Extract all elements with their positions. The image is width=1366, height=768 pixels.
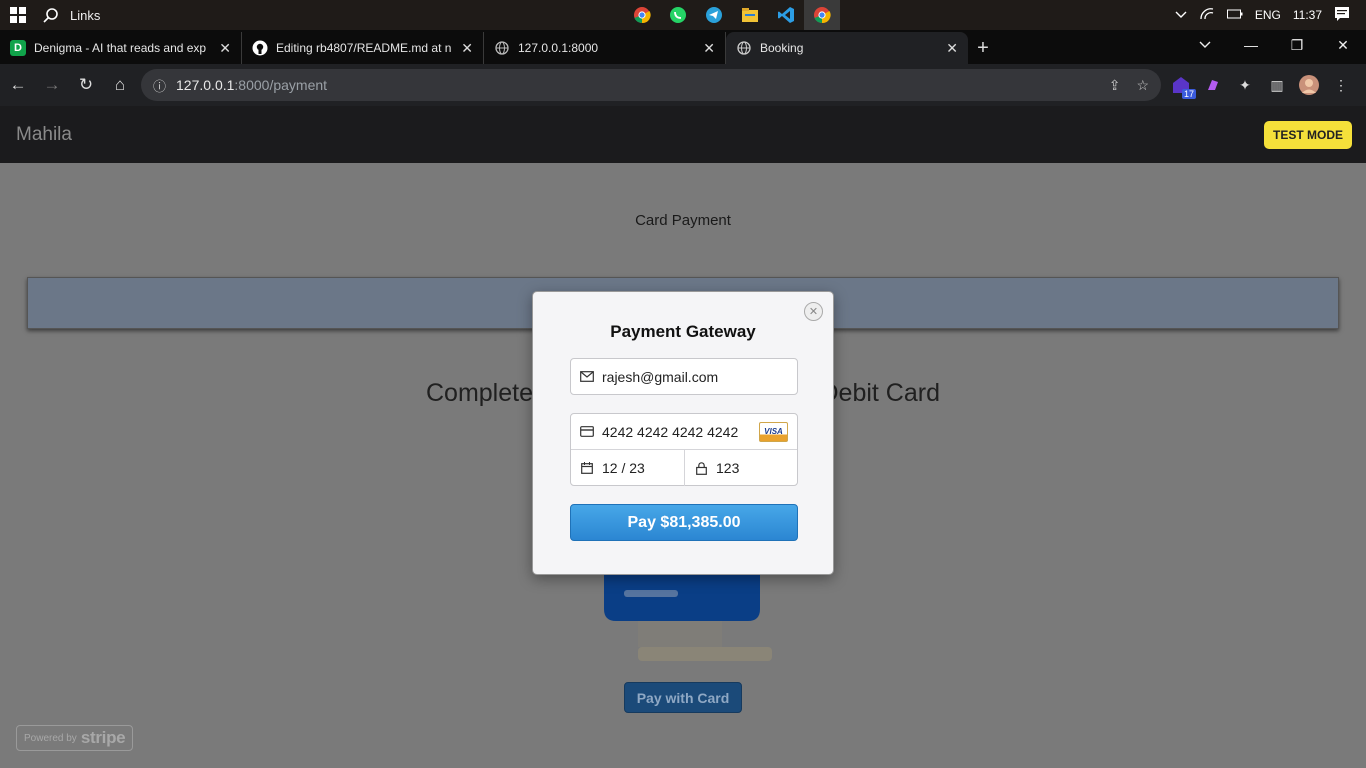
battery-icon[interactable] [1226, 8, 1243, 22]
modal-title: Payment Gateway [610, 322, 756, 341]
vscode-icon[interactable] [768, 0, 804, 30]
test-mode-badge: TEST MODE [1263, 121, 1352, 149]
extension-badge: 17 [1181, 89, 1196, 99]
denigma-favicon-icon: D [10, 40, 26, 56]
telegram-icon[interactable] [696, 0, 732, 30]
pay-button[interactable]: Pay $81,385.00 [570, 504, 798, 541]
globe-icon [736, 40, 752, 56]
cvc-value: 123 [716, 460, 740, 476]
reload-icon[interactable]: ↻ [70, 69, 102, 101]
close-tab-icon[interactable]: ✕ [703, 40, 715, 57]
share-icon[interactable]: ⇪ [1109, 77, 1121, 94]
windows-taskbar: Links ENG 11:37 [0, 0, 1366, 30]
pay-with-card-button[interactable]: Pay with Card [624, 682, 742, 713]
site-info-icon[interactable]: ⓘ [153, 76, 166, 95]
card-number-value: 4242 4242 4242 4242 [602, 423, 739, 440]
email-field[interactable]: rajesh@gmail.com [570, 358, 798, 395]
cvc-field[interactable]: 123 [684, 450, 797, 486]
powered-by-stripe-badge[interactable]: Powered by stripe [16, 725, 134, 751]
file-explorer-icon[interactable] [732, 0, 768, 30]
close-window-icon[interactable]: ✕ [1320, 30, 1366, 60]
forward-icon[interactable]: → [36, 69, 68, 101]
close-tab-icon[interactable]: ✕ [946, 40, 958, 57]
chrome-active-icon[interactable] [804, 0, 840, 30]
credit-card-icon [580, 426, 594, 437]
site-navbar: Mahila [0, 106, 1366, 163]
extensions-area: 17 ✦ ▥ ⋮ [1170, 64, 1366, 106]
menu-kebab-icon[interactable]: ⋮ [1330, 74, 1352, 96]
visa-icon: VISA [759, 421, 788, 442]
tab-title: Booking [760, 41, 804, 55]
url-host: 127.0.0.1 [176, 77, 235, 93]
payment-illustration [590, 561, 780, 666]
tab-denigma[interactable]: D Denigma - AI that reads and exp ✕ [0, 32, 242, 64]
tab-github[interactable]: Editing rb4807/README.md at n ✕ [242, 32, 484, 64]
search-icon[interactable] [36, 7, 66, 23]
lock-icon [694, 461, 708, 475]
site-brand[interactable]: Mahila [16, 124, 72, 146]
envelope-icon [580, 371, 594, 382]
prompt-left-text: Complete [426, 379, 533, 407]
browser-toolbar: ← → ↻ ⌂ ⓘ 127.0.0.1:8000/payment ⇪ ☆ 17 … [0, 64, 1366, 106]
wifi-icon[interactable] [1199, 7, 1215, 23]
tab-title: 127.0.0.1:8000 [518, 41, 599, 55]
taskbar-search-label[interactable]: Links [70, 8, 100, 23]
profile-avatar[interactable] [1298, 74, 1320, 96]
tab-title: Editing rb4807/README.md at n [276, 41, 452, 55]
windows-start-icon[interactable] [0, 0, 36, 30]
expiry-value: 12 / 23 [602, 460, 645, 476]
prompt-right-text: Debit Card [820, 379, 941, 407]
whatsapp-icon[interactable] [660, 0, 696, 30]
powered-by-label: Powered by [24, 732, 77, 744]
extension-purple-icon[interactable] [1202, 74, 1224, 96]
globe-icon [494, 40, 510, 56]
email-value: rajesh@gmail.com [602, 368, 719, 385]
back-icon[interactable]: ← [2, 69, 34, 101]
payment-gateway-modal: ✕ Payment Gateway rajesh@gmail.com 4242 … [532, 291, 834, 575]
page-heading: Card Payment [635, 212, 731, 229]
tab-localhost[interactable]: 127.0.0.1:8000 ✕ [484, 32, 726, 64]
home-icon[interactable]: ⌂ [104, 69, 136, 101]
tab-search-icon[interactable] [1182, 30, 1228, 60]
close-tab-icon[interactable]: ✕ [219, 40, 231, 57]
extension-calendar-icon[interactable]: 17 [1170, 74, 1196, 99]
chrome-icon[interactable] [624, 0, 660, 30]
card-details-group: 4242 4242 4242 4242 VISA 12 / 23 123 [570, 413, 798, 486]
restore-icon[interactable]: ❐ [1274, 30, 1320, 60]
extensions-puzzle-icon[interactable]: ✦ [1234, 74, 1256, 96]
tab-booking[interactable]: Booking ✕ [726, 32, 968, 64]
browser-tab-strip: D Denigma - AI that reads and exp ✕ Edit… [0, 30, 1366, 64]
tab-title: Denigma - AI that reads and exp [34, 41, 207, 55]
notification-icon[interactable] [1334, 6, 1350, 25]
address-bar[interactable]: ⓘ 127.0.0.1:8000/payment ⇪ ☆ [141, 69, 1161, 101]
close-modal-button[interactable]: ✕ [804, 302, 823, 321]
window-controls: — ❐ ✕ [1182, 30, 1366, 60]
bookmark-star-icon[interactable]: ☆ [1136, 77, 1149, 94]
url-path: :8000/payment [234, 77, 328, 93]
expiry-field[interactable]: 12 / 23 [571, 450, 684, 486]
chevron-up-icon[interactable] [1175, 8, 1187, 22]
new-tab-button[interactable]: + [968, 32, 998, 64]
side-panel-icon[interactable]: ▥ [1266, 74, 1288, 96]
calendar-icon [580, 462, 594, 474]
language-indicator[interactable]: ENG [1255, 8, 1281, 22]
github-icon [252, 40, 268, 56]
system-tray: ENG 11:37 [1175, 0, 1366, 30]
close-tab-icon[interactable]: ✕ [461, 40, 473, 57]
minimize-icon[interactable]: — [1228, 30, 1274, 60]
taskbar-apps [624, 0, 840, 30]
card-number-field[interactable]: 4242 4242 4242 4242 VISA [571, 414, 797, 450]
clock[interactable]: 11:37 [1293, 8, 1322, 22]
stripe-logo: stripe [80, 728, 126, 747]
